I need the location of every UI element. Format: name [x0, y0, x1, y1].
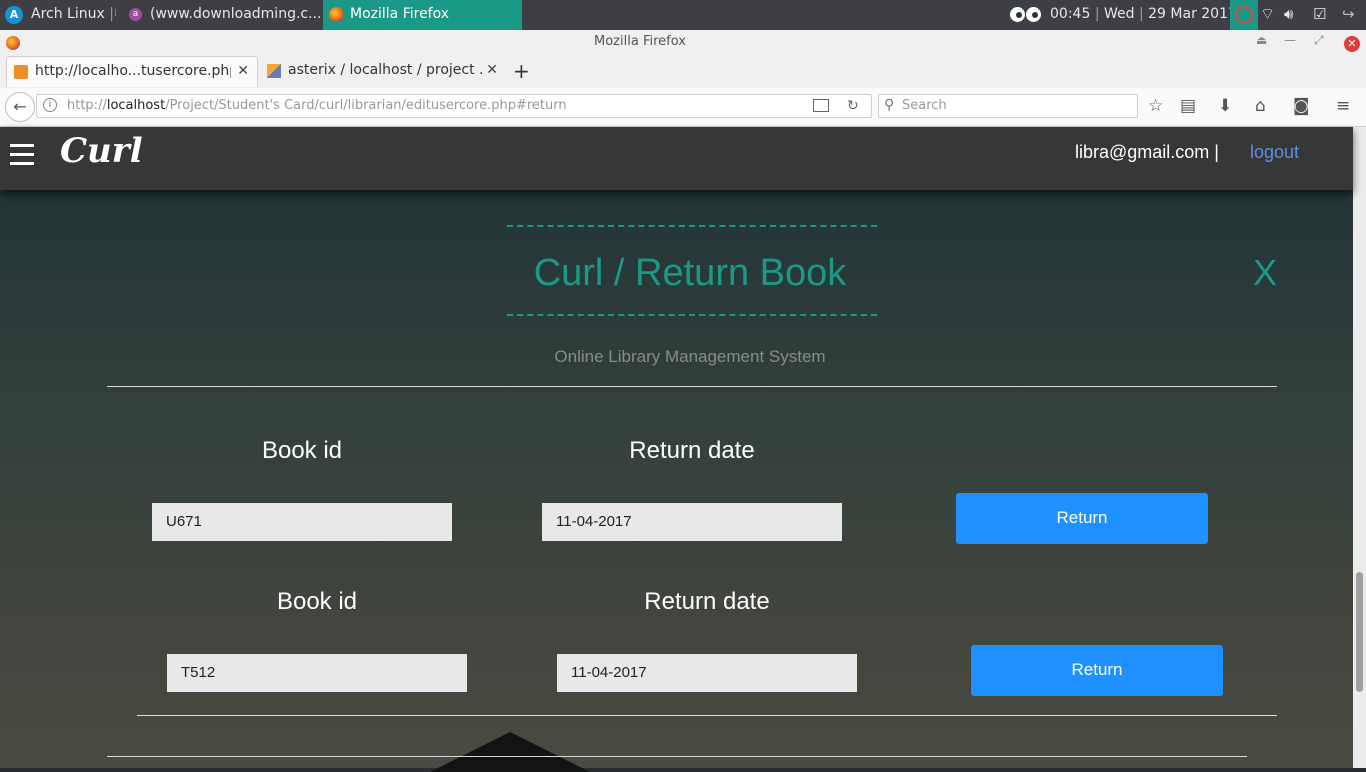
hamburger-menu-icon[interactable] — [10, 144, 34, 166]
clock-date: 29 Mar 2017 — [1148, 6, 1237, 22]
firefox-icon — [329, 7, 344, 22]
return-date-label: Return date — [644, 588, 770, 615]
browser-icon: a — [129, 8, 142, 21]
book-id-field[interactable]: T512 — [167, 654, 467, 692]
wifi-icon[interactable]: ⌔ — [1260, 0, 1275, 30]
eyes-icon — [1010, 7, 1042, 26]
taskbar-label: (www.downloadming.c... — [150, 6, 322, 22]
book-id-field[interactable]: U671 — [152, 503, 452, 541]
tab-label: http://localho...tusercore.php — [35, 63, 231, 79]
taskbar-handle: ⁞ — [114, 8, 118, 19]
window-title: Mozilla Firefox — [594, 34, 686, 49]
logout-link[interactable]: logout — [1250, 142, 1299, 163]
book-id-label: Book id — [261, 437, 343, 464]
return-date-field[interactable]: 11-04-2017 — [557, 654, 857, 692]
home-icon[interactable]: ⌂ — [1255, 96, 1266, 116]
search-input[interactable]: ⚲ Search — [878, 94, 1138, 118]
taskbar-item-arch[interactable]: Arch Linux | — [31, 0, 114, 30]
arch-logo-icon[interactable]: A — [5, 6, 23, 24]
site-logo[interactable]: Curl — [60, 131, 143, 171]
minimize-icon[interactable]: — — [1284, 33, 1296, 47]
maximize-icon[interactable]: ⤢ — [1314, 33, 1324, 48]
search-icon: ⚲ — [884, 97, 895, 113]
new-tab-icon[interactable]: + — [513, 59, 530, 83]
return-button[interactable]: Return — [956, 493, 1208, 544]
firefox-icon — [6, 36, 20, 50]
back-button[interactable]: ← — [5, 92, 35, 122]
refresh-icon[interactable] — [1230, 0, 1258, 30]
bookmark-star-icon[interactable]: ☆ — [1148, 96, 1163, 116]
title-divider-top — [507, 225, 877, 227]
divider — [137, 715, 1277, 716]
taskbar-label: Arch Linux — [31, 6, 105, 22]
return-date-label: Return date — [629, 437, 755, 464]
os-top-panel: A Arch Linux | ⁞ a (www.downloadming.c..… — [0, 0, 1366, 30]
close-window-icon[interactable]: ✕ — [1344, 36, 1360, 52]
info-icon[interactable]: i — [43, 98, 57, 112]
return-button[interactable]: Return — [971, 645, 1223, 696]
reload-icon[interactable]: ↻ — [847, 96, 859, 117]
clock-day: Wed — [1103, 6, 1135, 22]
clipboard-icon[interactable]: ☑ — [1313, 0, 1326, 30]
close-tab-icon[interactable]: ✕ — [486, 56, 498, 84]
volume-icon[interactable]: 🔊︎ — [1284, 0, 1293, 30]
window-shade-icon[interactable]: ⏏ — [1256, 33, 1267, 47]
taskbar-item-downloadming[interactable]: (www.downloadming.c... — [150, 0, 321, 30]
return-date-field[interactable]: 11-04-2017 — [542, 503, 842, 541]
page-subtitle: Online Library Management System — [554, 347, 826, 366]
taskbar-label-firefox: Mozilla Firefox — [350, 6, 450, 22]
scrollbar-thumb[interactable] — [1356, 572, 1363, 692]
pocket-icon[interactable]: ◙ — [1293, 96, 1310, 116]
search-placeholder: Search — [902, 98, 947, 113]
page-title: Curl / Return Book — [533, 252, 847, 294]
menu-icon[interactable]: ≡ — [1336, 96, 1350, 116]
clock[interactable]: 00:45 | Wed | 29 Mar 2017 — [1050, 0, 1237, 30]
xampp-favicon-icon — [14, 65, 28, 79]
close-tab-icon[interactable]: ✕ — [237, 57, 249, 85]
tab-label: asterix / localhost / project ... — [288, 62, 484, 78]
book-id-label: Book id — [276, 588, 358, 615]
reader-view-icon[interactable] — [813, 99, 829, 112]
divider — [107, 756, 1247, 757]
downloads-icon[interactable]: ⬇ — [1218, 96, 1232, 116]
clock-time: 00:45 — [1050, 6, 1091, 22]
url-text: http://localhost/Project/Student's Card/… — [67, 98, 567, 113]
tab-phpmyadmin[interactable]: asterix / localhost / project ... ✕ — [260, 56, 506, 86]
divider — [107, 386, 1277, 387]
title-divider-bottom — [507, 314, 877, 316]
logout-icon[interactable]: ↪ — [1342, 0, 1355, 30]
user-email: libra@gmail.com | — [1075, 142, 1219, 162]
window-titlebar: Mozilla Firefox — [0, 30, 1366, 54]
close-button[interactable]: X — [1253, 252, 1277, 294]
bookmarks-list-icon[interactable]: ▤ — [1180, 96, 1196, 116]
tab-localhost[interactable]: http://localho...tusercore.php ✕ — [6, 56, 258, 87]
phpmyadmin-favicon-icon — [267, 64, 281, 78]
mountain-image — [430, 732, 590, 772]
url-bar[interactable]: i http://localhost/Project/Student's Car… — [36, 94, 872, 118]
